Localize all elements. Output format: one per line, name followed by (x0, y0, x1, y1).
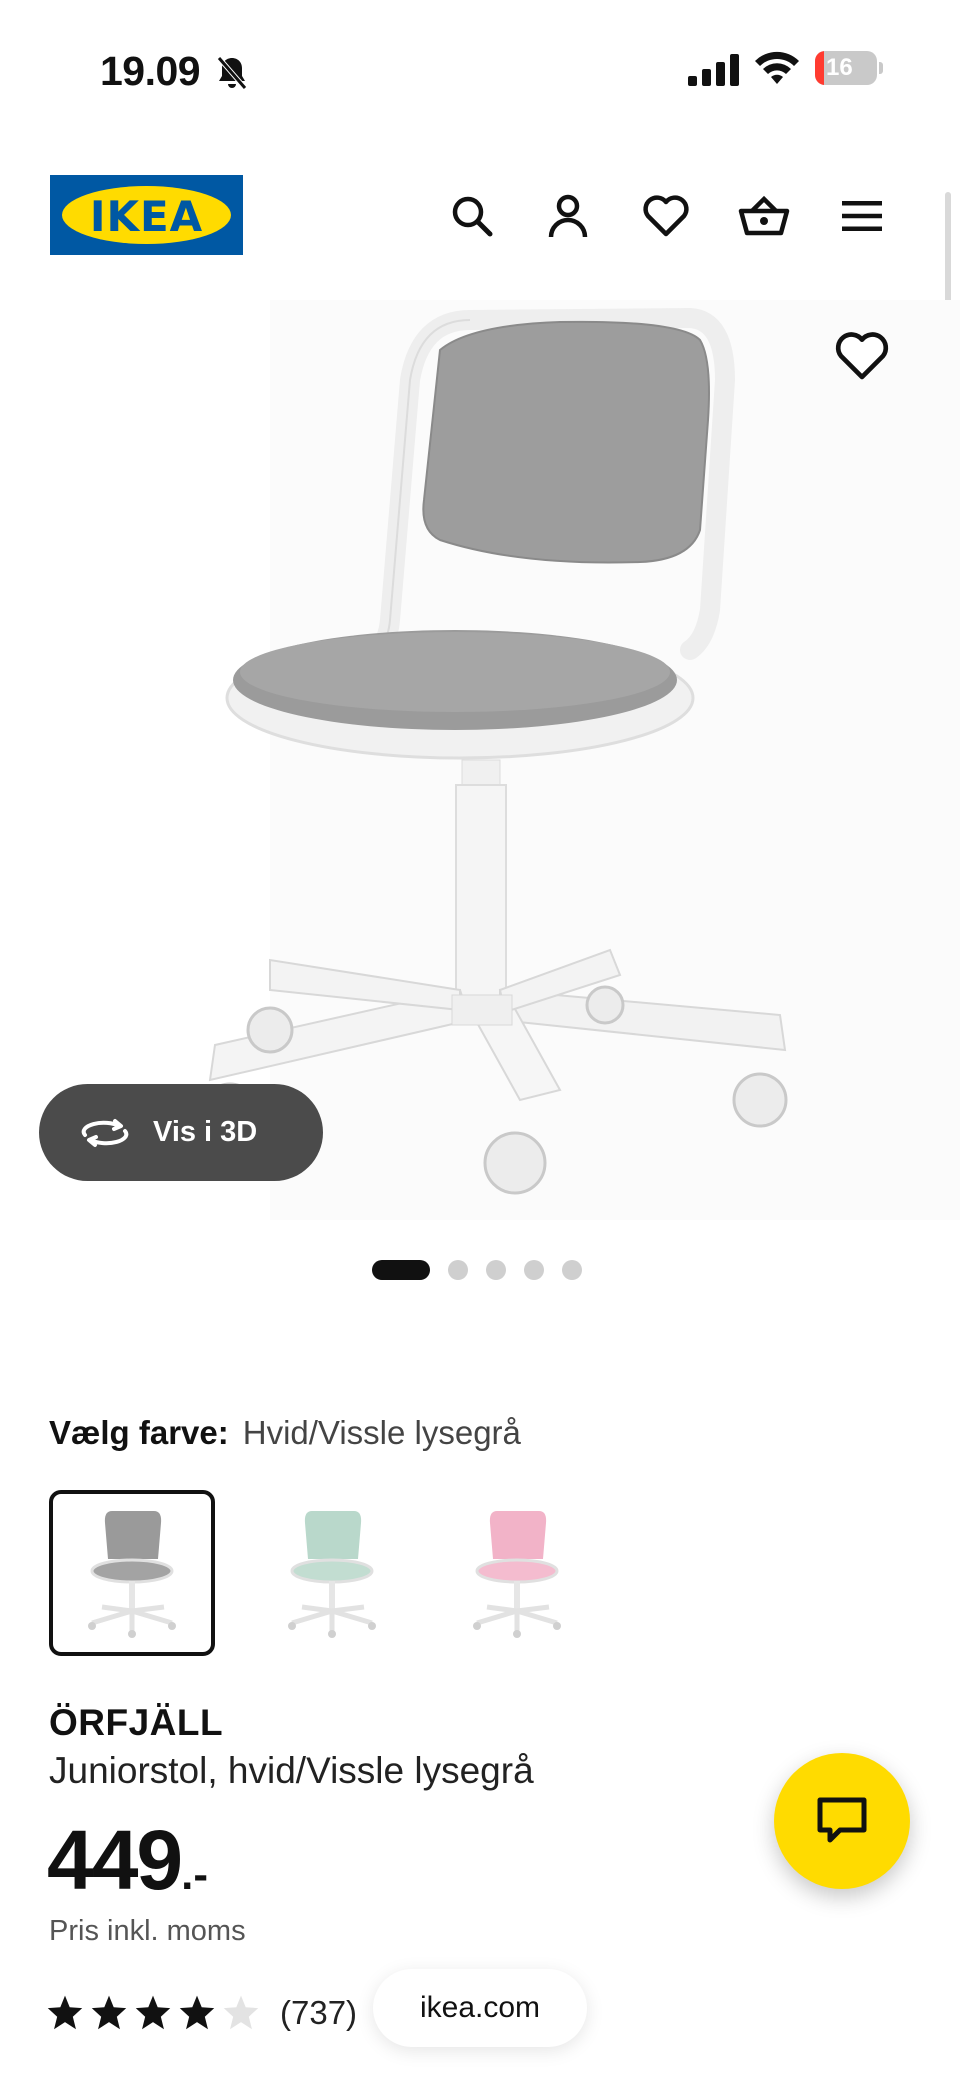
view-in-3d-button[interactable]: Vis i 3D (39, 1084, 323, 1181)
chair-thumbnail (288, 1511, 376, 1638)
rotate-3d-icon (81, 1118, 129, 1147)
battery-cap (879, 62, 883, 74)
cellular-signal-icon (688, 54, 739, 86)
logo-text: IKEA (89, 192, 204, 241)
gallery-dot[interactable] (372, 1260, 430, 1280)
price-value: 449 (47, 1813, 183, 1907)
gallery-dot[interactable] (486, 1260, 506, 1280)
favourites-icon[interactable] (638, 188, 694, 244)
gallery-dot[interactable] (562, 1260, 582, 1280)
gallery-pagination (372, 1260, 582, 1280)
ikea-logo[interactable]: IKEA (50, 175, 243, 255)
color-selector-heading: Vælg farve: Hvid/Vissle lysegrå (49, 1414, 521, 1452)
price-suffix: .- (181, 1850, 209, 1899)
view-in-3d-label: Vis i 3D (153, 1116, 258, 1148)
product-price: 449.- (47, 1812, 208, 1909)
product-description: Juniorstol, hvid/Vissle lysegrå (49, 1750, 534, 1791)
gallery-dot[interactable] (524, 1260, 544, 1280)
chat-button[interactable] (774, 1753, 910, 1889)
battery-indicator: 16 (815, 51, 877, 85)
add-to-favourites-button[interactable] (834, 330, 890, 386)
product-name: ÖRFJÄLL (49, 1702, 224, 1743)
status-time: 19.09 (100, 48, 201, 94)
star-icon (47, 1995, 83, 2030)
color-option-pink[interactable] (434, 1490, 600, 1656)
wifi-icon (755, 51, 799, 84)
selected-color-value: Hvid/Vissle lysegrå (242, 1414, 521, 1451)
gallery-dot[interactable] (448, 1260, 468, 1280)
price-vat-note: Pris inkl. moms (49, 1915, 246, 1947)
review-count[interactable]: (737) (280, 1994, 357, 2032)
star-icon (179, 1995, 215, 2030)
menu-icon[interactable] (834, 188, 890, 244)
rating-stars[interactable] (46, 1994, 260, 2030)
chair-thumbnail (88, 1511, 176, 1638)
basket-icon[interactable] (736, 188, 792, 244)
silent-mode-icon (217, 56, 247, 90)
product-image[interactable] (0, 300, 960, 1220)
battery-level: 16 (826, 54, 853, 81)
color-option-green[interactable] (249, 1490, 415, 1656)
search-icon[interactable] (444, 188, 500, 244)
account-icon[interactable] (540, 188, 596, 244)
star-icon (135, 1995, 171, 2030)
color-label: Vælg farve: (49, 1414, 229, 1451)
star-icon (91, 1995, 127, 2030)
chat-icon (817, 1797, 867, 1843)
chair-thumbnail (473, 1511, 561, 1638)
browser-address-pill[interactable]: ikea.com (373, 1969, 587, 2047)
star-icon (223, 1995, 259, 2030)
color-option-grey[interactable] (49, 1490, 215, 1656)
